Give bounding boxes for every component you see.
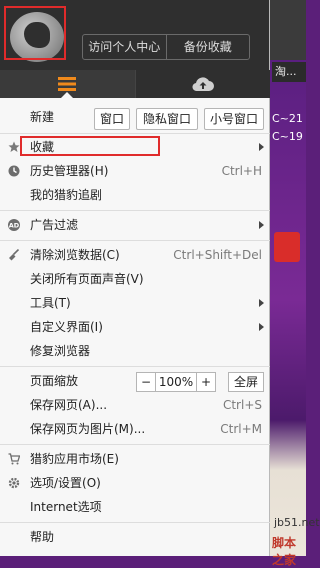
menu-item-options[interactable]: 选项/设置(O): [0, 472, 270, 494]
zoom-in-button[interactable]: +: [197, 372, 216, 392]
zoom-out-button[interactable]: −: [136, 372, 156, 392]
tab-cloud[interactable]: [134, 70, 270, 98]
help-label: 帮助: [30, 530, 55, 544]
custom-ui-label: 自定义界面(I): [30, 320, 103, 334]
internet-options-label: Internet选项: [30, 500, 102, 514]
submenu-arrow-icon: [259, 299, 264, 307]
save-page-shortcut: Ctrl+S: [222, 398, 262, 412]
menu-item-history[interactable]: 历史管理器(H) Ctrl+H: [0, 160, 270, 182]
background-red-badge: [274, 232, 300, 262]
clock-icon: [8, 165, 20, 177]
my-cheetah-label: 我的猎豹追剧: [30, 188, 103, 202]
history-shortcut: Ctrl+H: [221, 164, 262, 178]
menu-tabbar: [0, 70, 270, 98]
background-tab[interactable]: 淘...: [272, 62, 306, 82]
tab-menu[interactable]: [0, 70, 135, 98]
favorites-highlight-box: [20, 136, 160, 156]
app-market-label: 猎豹应用市场(E): [30, 452, 119, 466]
new-label: 新建: [30, 110, 55, 124]
new-window-button[interactable]: 窗口: [94, 108, 130, 130]
repair-label: 修复浏览器: [30, 344, 91, 358]
background-text: C~21: [272, 112, 303, 125]
divider: [0, 240, 270, 241]
watermark-text: jb51.net: [274, 516, 320, 529]
ad-filter-icon: AD: [8, 219, 20, 231]
divider: [0, 210, 270, 211]
menu-header: 访问个人中心 备份收藏: [0, 0, 270, 98]
tools-label: 工具(T): [30, 296, 71, 310]
broom-icon: [9, 249, 20, 261]
mute-all-label: 关闭所有页面声音(V): [30, 272, 144, 286]
browser-background: 淘... C~21 C~19 jb51.net 脚本之家: [270, 0, 320, 567]
menu-item-custom-ui[interactable]: 自定义界面(I): [0, 316, 270, 338]
menu-item-help[interactable]: 帮助: [0, 526, 270, 548]
save-image-shortcut: Ctrl+M: [220, 422, 262, 436]
clear-data-shortcut: Ctrl+Shift+Del: [173, 248, 262, 262]
menu-item-save-page[interactable]: 保存网页(A)... Ctrl+S: [0, 394, 270, 416]
menu-item-clear-data[interactable]: 清除浏览数据(C) Ctrl+Shift+Del: [0, 244, 270, 266]
hamburger-icon: [58, 77, 77, 91]
menu-item-my-cheetah[interactable]: 我的猎豹追剧: [0, 184, 270, 206]
clear-data-label: 清除浏览数据(C): [30, 248, 120, 262]
zoom-control: − 100% +: [136, 372, 216, 392]
svg-text:AD: AD: [9, 222, 20, 230]
new-private-window-button[interactable]: 隐私窗口: [136, 108, 198, 130]
ad-filter-label: 广告过滤: [30, 218, 79, 232]
submenu-arrow-icon: [259, 143, 264, 151]
new-small-window-button[interactable]: 小号窗口: [204, 108, 264, 130]
divider: [0, 522, 270, 523]
cart-icon: [8, 453, 20, 465]
cloud-upload-icon: [192, 77, 214, 92]
fullscreen-button[interactable]: 全屏: [228, 372, 264, 392]
background-text: C~19: [272, 130, 303, 143]
main-menu-panel: 访问个人中心 备份收藏 新建 窗口 隐私窗口 小号窗口 收藏 历史管理器(H) …: [0, 0, 270, 556]
backup-favorites-button[interactable]: 备份收藏: [165, 35, 250, 59]
account-button-group: 访问个人中心 备份收藏: [82, 34, 250, 60]
divider: [0, 444, 270, 445]
menu-item-save-image[interactable]: 保存网页为图片(M)... Ctrl+M: [0, 418, 270, 440]
menu-item-internet-options[interactable]: Internet选项: [0, 496, 270, 518]
options-label: 选项/设置(O): [30, 476, 101, 490]
submenu-arrow-icon: [259, 221, 264, 229]
zoom-value: 100%: [156, 372, 197, 392]
history-label: 历史管理器(H): [30, 164, 109, 178]
menu-item-repair[interactable]: 修复浏览器: [0, 340, 270, 362]
divider: [0, 366, 270, 367]
submenu-arrow-icon: [259, 323, 264, 331]
menu-item-app-market[interactable]: 猎豹应用市场(E): [0, 448, 270, 470]
menu-item-tools[interactable]: 工具(T): [0, 292, 270, 314]
save-image-label: 保存网页为图片(M)...: [30, 422, 146, 436]
avatar-highlight-box: [4, 6, 66, 60]
menu-item-ad-filter[interactable]: AD 广告过滤: [0, 214, 270, 236]
divider: [0, 133, 270, 134]
visit-center-button[interactable]: 访问个人中心: [83, 35, 166, 59]
menu-item-mute-all[interactable]: 关闭所有页面声音(V): [0, 268, 270, 290]
star-icon: [8, 141, 20, 152]
zoom-label: 页面缩放: [30, 374, 79, 388]
save-page-label: 保存网页(A)...: [30, 398, 108, 412]
gear-icon: [8, 477, 20, 489]
watermark-logo: 脚本之家: [272, 536, 297, 567]
